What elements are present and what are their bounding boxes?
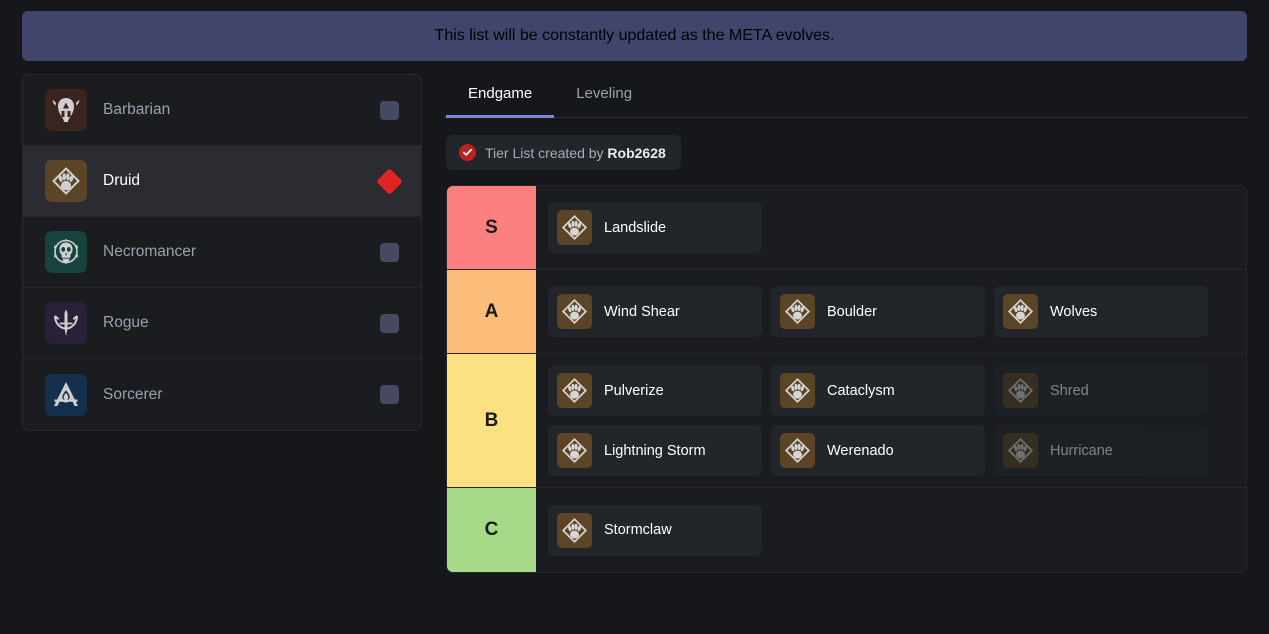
skill-druid-icon [1003,373,1038,408]
skill-card[interactable]: Landslide [548,202,762,253]
skill-name: Hurricane [1050,442,1113,459]
rogue-bow-icon [45,302,87,344]
credit-badge: Tier List created by Rob2628 [446,135,681,170]
sidebar-item-sorcerer[interactable]: Sorcerer [23,359,421,430]
skill-card[interactable]: Werenado [771,425,985,476]
skill-druid-icon [1003,433,1038,468]
barbarian-helmet-icon [45,89,87,131]
tier-row-S: S Landslide [447,186,1246,270]
info-banner-text: This list will be constantly updated as … [434,27,835,44]
tier-label-A: A [447,270,536,353]
skill-name: Boulder [827,303,877,320]
skill-name: Cataclysm [827,382,895,399]
tier-items: Pulverize Cataclysm Shred Lightning Storm We… [536,354,1246,487]
tier-list: S Landslide A Wind Shear Boulder Wolves B Pulve… [446,185,1247,573]
skill-card[interactable]: Wolves [994,286,1208,337]
credit-prefix: Tier List created by [485,144,604,161]
tier-label-B: B [447,354,536,487]
sidebar-item-label: Barbarian [103,101,171,118]
skill-card[interactable]: Hurricane [994,425,1208,476]
sidebar-item-druid[interactable]: Druid [23,146,421,217]
skill-name: Wolves [1050,303,1098,320]
skill-druid-icon [557,433,592,468]
skill-druid-icon [780,373,815,408]
sidebar-item-barbarian[interactable]: Barbarian [23,75,421,146]
skill-name: Werenado [827,442,894,459]
skill-druid-icon [780,433,815,468]
tier-label-S: S [447,186,536,269]
necromancer-skull-icon [45,231,87,273]
skill-name: Stormclaw [604,522,672,538]
check-circle-icon [459,144,476,161]
sidebar-item-label: Sorcerer [103,385,163,403]
skill-name: Lightning Storm [604,442,706,459]
skill-druid-icon [557,373,592,408]
sidebar-item-label: Rogue [103,314,149,331]
sidebar-item-necromancer[interactable]: Necromancer [23,217,421,288]
class-sidebar: Barbarian Druid Necromancer Rogue Sorcerer [22,74,422,431]
sidebar-item-label: Druid [103,172,141,189]
tier-row-A: A Wind Shear Boulder Wolves [447,270,1246,354]
selected-marker-diamond [376,167,403,195]
skill-card[interactable]: Stormclaw [548,504,762,556]
druid-paw-icon [45,160,87,202]
tier-row-B: B Pulverize Cataclysm Shred Lightning Storm W… [447,354,1246,488]
skill-name: Shred [1050,382,1089,399]
sorcerer-flame-icon [45,373,87,416]
main-panel: Endgame Leveling Tier List created by Rob… [444,74,1247,573]
skill-druid-icon [1003,294,1038,329]
tab-bar: Endgame Leveling [444,74,1247,118]
skill-name: Landslide [604,219,667,236]
page-layout: Barbarian Druid Necromancer Rogue Sorcerer E… [0,74,1269,573]
skill-druid-icon [557,294,592,329]
unselected-marker-square [380,313,399,333]
tier-items: Landslide [536,186,1246,269]
credit-author: Rob2628 [607,144,666,161]
skill-card[interactable]: Pulverize [548,365,762,416]
skill-name: Pulverize [604,382,664,399]
unselected-marker-square [380,242,399,262]
info-banner: This list will be constantly updated as … [22,11,1247,61]
unselected-marker-square [380,100,399,120]
skill-card[interactable]: Wind Shear [548,286,762,337]
tier-items: Stormclaw [536,488,1246,572]
tier-items: Wind Shear Boulder Wolves [536,270,1246,353]
sidebar-item-label: Necromancer [103,243,197,260]
tier-label-C: C [447,488,536,572]
skill-card[interactable]: Boulder [771,286,985,337]
skill-card[interactable]: Cataclysm [771,365,985,416]
skill-druid-icon [557,512,592,548]
tab-leveling[interactable]: Leveling [554,75,654,118]
tier-row-C: C Stormclaw [447,488,1246,572]
skill-card[interactable]: Lightning Storm [548,425,762,476]
skill-card[interactable]: Shred [994,365,1208,416]
unselected-marker-square [380,385,399,404]
sidebar-item-rogue[interactable]: Rogue [23,288,421,359]
skill-druid-icon [780,294,815,329]
tab-endgame[interactable]: Endgame [446,75,555,118]
skill-druid-icon [557,210,592,245]
credit-text: Tier List created by Rob2628 [485,145,666,161]
skill-name: Wind Shear [604,303,680,320]
